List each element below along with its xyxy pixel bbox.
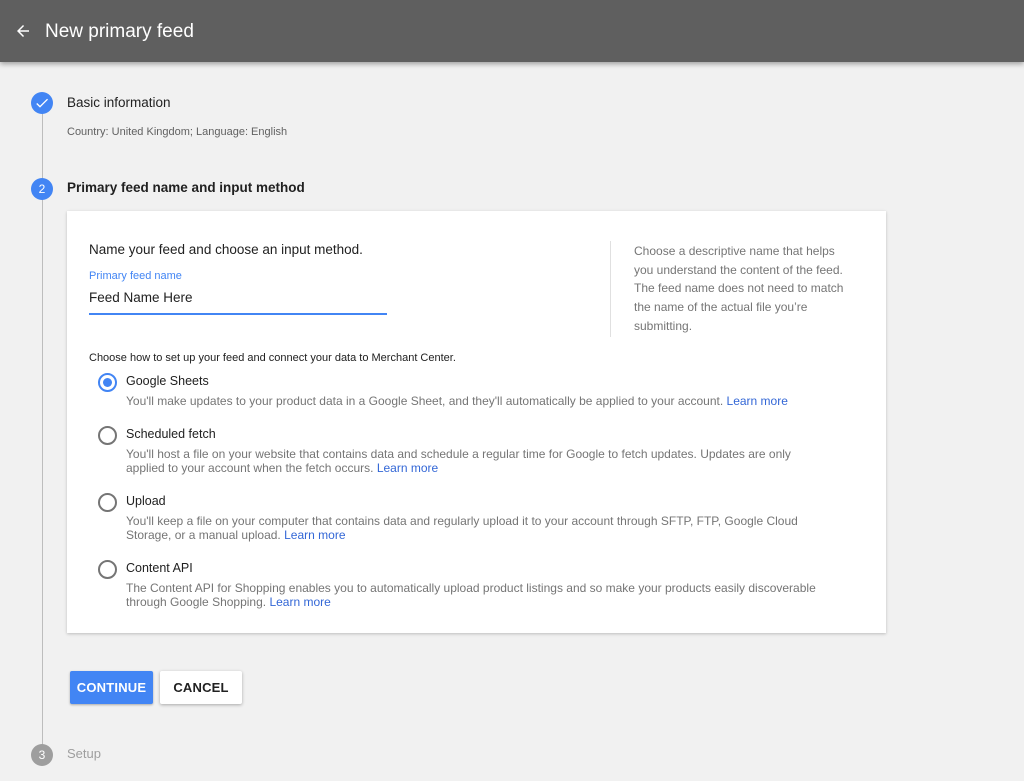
learn-more-link[interactable]: Learn more — [284, 528, 345, 542]
option-label: Content API — [126, 561, 193, 575]
option-label: Google Sheets — [126, 374, 209, 388]
feed-name-help-text: Choose a descriptive name that helps you… — [634, 244, 844, 333]
step-1-title[interactable]: Basic information — [67, 95, 171, 110]
option-description: You'll make updates to your product data… — [126, 394, 788, 408]
option-label: Upload — [126, 494, 166, 508]
app-header: New primary feed — [0, 0, 1024, 62]
card-heading: Name your feed and choose an input metho… — [89, 242, 363, 257]
cancel-button[interactable]: CANCEL — [160, 671, 242, 704]
radio-google-sheets[interactable] — [98, 373, 117, 392]
radio-scheduled-fetch[interactable] — [98, 426, 117, 445]
feed-name-input[interactable] — [89, 287, 387, 315]
page-title: New primary feed — [45, 21, 194, 42]
learn-more-link[interactable]: Learn more — [727, 394, 788, 408]
radio-upload[interactable] — [98, 493, 117, 512]
vertical-divider — [610, 241, 611, 337]
option-description: You'll keep a file on your computer that… — [126, 514, 798, 542]
step-2-title: Primary feed name and input method — [67, 180, 305, 195]
back-button[interactable] — [11, 19, 35, 43]
option-description: You'll host a file on your website that … — [126, 447, 791, 475]
step-3-number: 3 — [31, 744, 53, 766]
arrow-left-icon — [17, 25, 29, 37]
radio-content-api[interactable] — [98, 560, 117, 579]
step-3-title: Setup — [67, 746, 101, 761]
feed-setup-card: Name your feed and choose an input metho… — [67, 211, 886, 633]
learn-more-link[interactable]: Learn more — [269, 595, 330, 609]
continue-button[interactable]: CONTINUE — [70, 671, 153, 704]
check-icon — [36, 98, 48, 108]
option-description: The Content API for Shopping enables you… — [126, 581, 816, 609]
stepper-line — [42, 112, 43, 752]
step-1-summary: Country: United Kingdom; Language: Engli… — [67, 126, 288, 138]
learn-more-link[interactable]: Learn more — [377, 461, 438, 475]
input-method-instructions: Choose how to set up your feed and conne… — [89, 352, 456, 364]
step-2-number: 2 — [31, 178, 53, 200]
option-label: Scheduled fetch — [126, 427, 216, 441]
step-1-complete-indicator — [31, 92, 53, 114]
feed-name-label: Primary feed name — [89, 270, 182, 282]
